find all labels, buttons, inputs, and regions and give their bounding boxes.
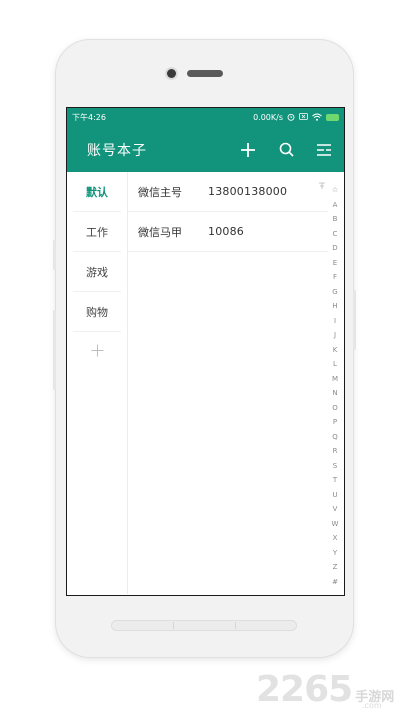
earpiece-speaker: [187, 70, 223, 77]
index-letter[interactable]: K: [333, 343, 338, 358]
index-letter[interactable]: Q: [332, 430, 338, 445]
index-letter[interactable]: ☆: [332, 183, 338, 198]
app-bar: 账号本子: [67, 127, 344, 172]
index-letter[interactable]: Y: [333, 546, 337, 561]
category-item-work[interactable]: 工作: [73, 212, 121, 252]
index-letter[interactable]: A: [333, 198, 338, 213]
home-bar-divider: [235, 622, 236, 629]
network-speed: 0.00K/s: [253, 113, 283, 122]
index-letter[interactable]: L: [333, 357, 337, 372]
plus-icon: [91, 342, 104, 361]
index-letter[interactable]: X: [333, 531, 338, 546]
index-letter[interactable]: F: [333, 270, 337, 285]
alarm-icon: [287, 113, 295, 123]
index-letter[interactable]: E: [333, 256, 337, 271]
wifi-icon: [312, 113, 322, 123]
index-letter[interactable]: M: [332, 372, 338, 387]
battery-icon: [326, 114, 339, 121]
index-letter[interactable]: S: [333, 459, 337, 474]
account-row[interactable]: 微信马甲 10086: [128, 212, 328, 252]
menu-icon[interactable]: [314, 140, 334, 160]
index-letter[interactable]: U: [332, 488, 337, 503]
index-letter[interactable]: D: [332, 241, 337, 256]
index-letter[interactable]: W: [332, 517, 339, 532]
app-bar-actions: [238, 140, 334, 160]
index-letter[interactable]: C: [333, 227, 338, 242]
status-indicators: 0.00K/s: [253, 113, 339, 123]
account-name: 微信马甲: [138, 225, 182, 239]
alphabet-index[interactable]: ☆ A B C D E F G H I J K L M N O P Q R S T U V W X Y Z #: [328, 183, 342, 589]
add-category-button[interactable]: [67, 332, 127, 371]
power-button: [53, 240, 56, 270]
category-sidebar: 默认 工作 游戏 购物: [67, 172, 128, 594]
side-button-right: [353, 290, 356, 350]
index-letter[interactable]: Z: [333, 560, 338, 575]
search-icon[interactable]: [276, 140, 296, 160]
index-letter[interactable]: O: [332, 401, 338, 416]
status-time: 下午4:26: [72, 113, 106, 122]
index-letter[interactable]: N: [332, 386, 337, 401]
index-letter[interactable]: R: [333, 444, 338, 459]
pin-icon: [318, 180, 326, 193]
volume-button: [53, 310, 56, 390]
account-value: 13800138000: [208, 185, 288, 198]
add-icon[interactable]: [238, 140, 258, 160]
status-bar: 下午4:26 0.00K/s: [67, 108, 344, 127]
watermark: 2265 手游网 .com: [256, 669, 394, 710]
home-button-bar: [111, 620, 297, 631]
category-item-default[interactable]: 默认: [73, 172, 121, 212]
account-list: 微信主号 13800138000 微信马甲 10086: [128, 172, 328, 252]
account-row[interactable]: 微信主号 13800138000: [128, 172, 328, 212]
watermark-number: 2265: [256, 669, 353, 710]
index-letter[interactable]: H: [332, 299, 337, 314]
phone-frame: 下午4:26 0.00K/s 账号本子 默认 工作 游戏 购物 微信主号 138…: [53, 40, 356, 657]
index-letter[interactable]: J: [334, 328, 336, 343]
index-letter[interactable]: #: [332, 575, 338, 590]
watermark-url: .com: [362, 701, 382, 710]
index-letter[interactable]: P: [333, 415, 337, 430]
index-letter[interactable]: T: [333, 473, 337, 488]
account-name: 微信主号: [138, 185, 182, 199]
account-value: 10086: [208, 225, 244, 238]
index-letter[interactable]: G: [332, 285, 337, 300]
index-letter[interactable]: V: [333, 502, 338, 517]
screen: 下午4:26 0.00K/s 账号本子 默认 工作 游戏 购物 微信主号 138…: [66, 107, 345, 596]
front-camera: [167, 69, 176, 78]
app-title: 账号本子: [87, 142, 147, 159]
category-item-shopping[interactable]: 购物: [73, 292, 121, 332]
index-letter[interactable]: I: [334, 314, 336, 329]
category-item-games[interactable]: 游戏: [73, 252, 121, 292]
home-bar-divider: [173, 622, 174, 629]
index-letter[interactable]: B: [333, 212, 338, 227]
main-content: 默认 工作 游戏 购物 微信主号 13800138000 微信马甲 10086 …: [67, 172, 344, 594]
sim-icon: [299, 113, 308, 122]
